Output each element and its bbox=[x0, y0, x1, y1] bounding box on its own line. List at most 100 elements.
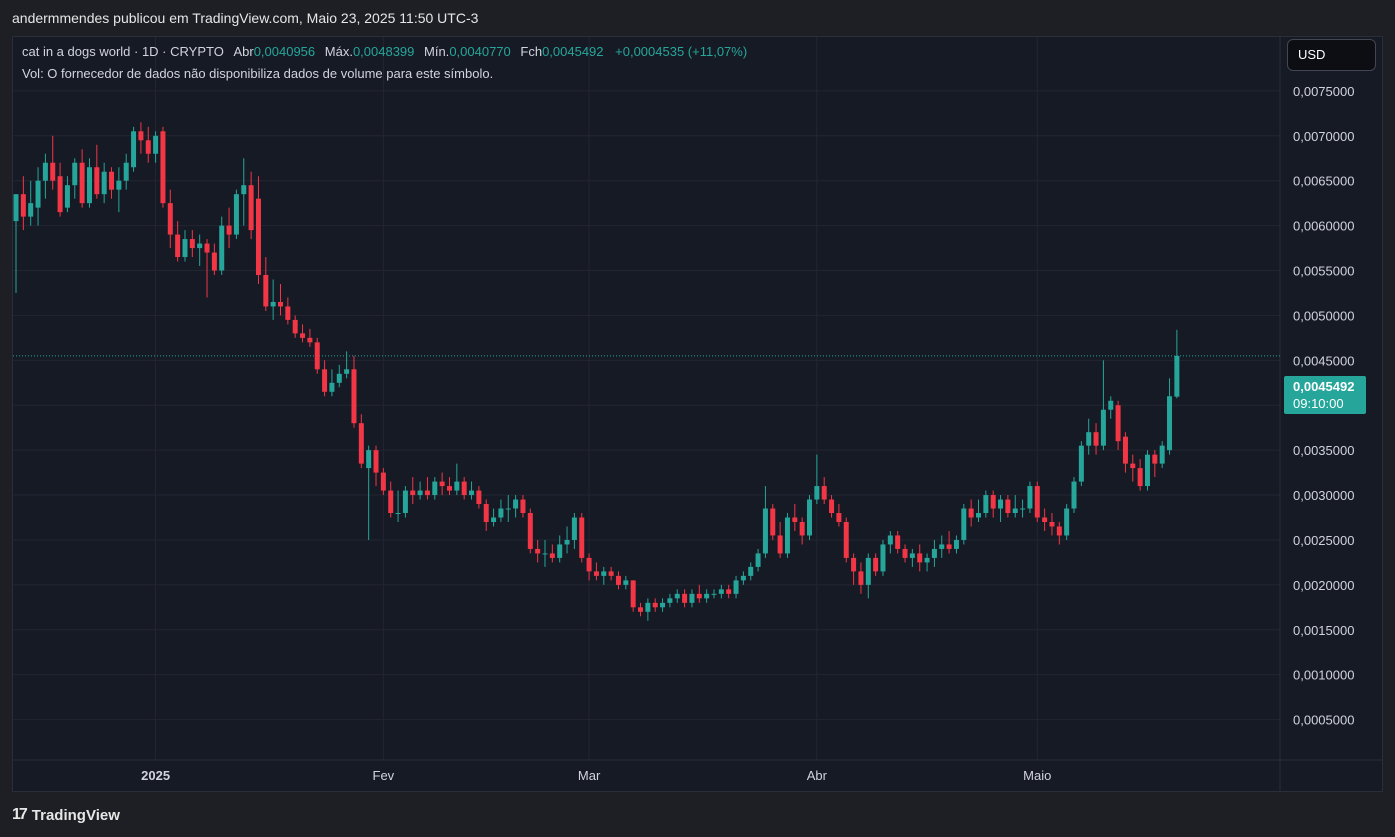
candle bbox=[57, 162, 63, 217]
candle-body bbox=[975, 513, 981, 518]
candle bbox=[924, 553, 930, 572]
candle bbox=[292, 315, 298, 338]
candle bbox=[615, 571, 621, 590]
candle bbox=[770, 504, 776, 540]
candle bbox=[1042, 508, 1048, 531]
candle bbox=[1049, 513, 1055, 536]
candle bbox=[13, 194, 19, 293]
candle bbox=[807, 495, 813, 540]
candle-body bbox=[689, 593, 695, 603]
brand-name: TradingView bbox=[31, 806, 120, 824]
candle bbox=[86, 158, 92, 208]
low-value: 0,0040770 bbox=[449, 44, 511, 59]
candle-body bbox=[13, 194, 19, 222]
candle-body bbox=[535, 548, 541, 554]
candle bbox=[94, 144, 100, 199]
last-price-value: 0,0045492 bbox=[1293, 379, 1355, 394]
candle-body bbox=[1020, 508, 1026, 510]
last-price-tag: 0,0045492 09:10:00 bbox=[1284, 376, 1366, 414]
candle-body bbox=[145, 140, 151, 154]
candle-body bbox=[446, 486, 452, 491]
candle-body bbox=[851, 557, 857, 572]
tradingview-brand[interactable]: 17 TradingView bbox=[12, 800, 120, 830]
candle-body bbox=[880, 544, 886, 572]
candle bbox=[35, 167, 41, 226]
candle-body bbox=[1078, 445, 1084, 482]
candle bbox=[1071, 477, 1077, 514]
candle bbox=[608, 566, 614, 581]
candle-body bbox=[50, 162, 56, 181]
candle-body bbox=[601, 571, 607, 576]
candle-body bbox=[748, 566, 754, 576]
candlestick-chart[interactable]: 0,0005000 0,0010000 0,0015000 0,0020000 0,00… bbox=[0, 0, 1395, 837]
candle bbox=[182, 230, 188, 262]
candle-body bbox=[417, 490, 423, 496]
candle bbox=[388, 481, 394, 518]
currency-button[interactable]: USD bbox=[1287, 39, 1376, 71]
candle-body bbox=[131, 131, 137, 168]
candle-body bbox=[549, 553, 555, 558]
candle bbox=[50, 135, 56, 190]
candle bbox=[696, 584, 702, 603]
candle bbox=[1115, 400, 1121, 451]
candle bbox=[167, 189, 173, 249]
candle bbox=[160, 126, 166, 208]
symbol-label[interactable]: cat in a dogs world · 1D · CRYPTO bbox=[22, 44, 224, 59]
candle bbox=[961, 504, 967, 545]
candle bbox=[858, 562, 864, 594]
y-tick-label: 0,0075000 bbox=[1293, 84, 1354, 99]
candle bbox=[153, 131, 159, 163]
candle bbox=[476, 486, 482, 509]
candle-body bbox=[667, 598, 673, 603]
candle-body bbox=[1122, 436, 1128, 464]
candle bbox=[270, 279, 276, 320]
candle bbox=[851, 553, 857, 585]
candle-body bbox=[1152, 454, 1158, 464]
candle bbox=[601, 566, 607, 585]
candle-body bbox=[373, 450, 379, 473]
candle bbox=[454, 463, 460, 496]
open-value: 0,0040956 bbox=[253, 44, 316, 59]
candle bbox=[197, 234, 203, 267]
candle bbox=[307, 328, 313, 347]
candle-body bbox=[322, 369, 328, 392]
candle-body bbox=[630, 580, 636, 608]
candle-body bbox=[292, 319, 298, 334]
candle-body bbox=[638, 607, 644, 612]
candle bbox=[623, 575, 629, 590]
candle-body bbox=[432, 481, 438, 496]
candle-body bbox=[873, 557, 879, 572]
candle-body bbox=[917, 553, 923, 563]
candle-body bbox=[704, 593, 710, 599]
candle bbox=[1144, 450, 1150, 491]
candle-body bbox=[469, 490, 475, 496]
candle-body bbox=[1086, 432, 1092, 446]
candle-body bbox=[483, 504, 489, 522]
candle-body bbox=[314, 342, 320, 370]
candle bbox=[226, 207, 232, 249]
candle bbox=[535, 539, 541, 563]
candle-body bbox=[226, 225, 232, 235]
candle-body bbox=[79, 162, 85, 204]
y-tick-label: 0,0030000 bbox=[1293, 488, 1354, 503]
candle bbox=[726, 584, 732, 599]
close-value: 0,0045492 bbox=[542, 44, 604, 59]
candle-body bbox=[557, 544, 563, 558]
candle bbox=[939, 535, 945, 558]
candle bbox=[880, 539, 886, 576]
candle-body bbox=[1174, 355, 1180, 397]
y-tick-label: 0,0045000 bbox=[1293, 353, 1354, 368]
candle-body bbox=[623, 580, 629, 585]
candle-body bbox=[248, 185, 254, 231]
candle-body bbox=[1042, 517, 1048, 522]
candle-body bbox=[652, 602, 658, 608]
candle bbox=[586, 553, 592, 581]
candle bbox=[873, 553, 879, 576]
candle bbox=[1064, 504, 1070, 540]
candle bbox=[278, 283, 284, 316]
candle-body bbox=[189, 239, 195, 249]
candle bbox=[410, 477, 416, 505]
candle-body bbox=[424, 490, 430, 496]
candle bbox=[336, 364, 342, 388]
candle bbox=[1137, 459, 1143, 491]
